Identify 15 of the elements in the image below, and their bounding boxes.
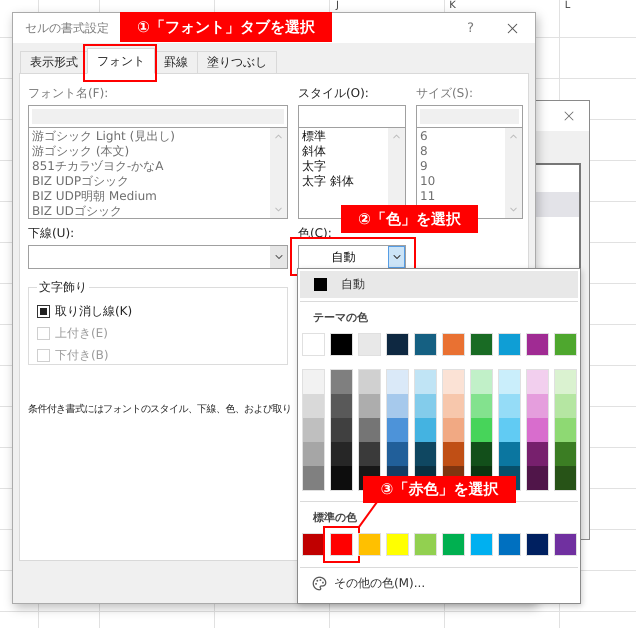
field-label: 下線(U): (28, 225, 76, 241)
field-label: サイズ(S): (416, 85, 474, 101)
section-heading: テーマの色 (313, 310, 368, 325)
window-title: セルの書式設定 (25, 20, 109, 36)
callout-tooltip: ③「赤色」を選択 (363, 476, 516, 503)
column-header: K (448, 0, 457, 11)
group-title: 文字飾り (38, 279, 88, 296)
field-label: フォント名(F): (28, 85, 110, 101)
callout-tooltip: ①「フォント」タブを選択 (120, 12, 332, 42)
note-text: 条件付き書式にはフォントのスタイル、下線、色、および取り (28, 402, 292, 416)
column-header: J (334, 0, 340, 11)
column-header: L (564, 0, 572, 11)
callout-tooltip: ②「色」を選択 (341, 205, 478, 233)
section-heading: 標準の色 (313, 510, 357, 525)
field-label: スタイル(O): (298, 85, 370, 101)
